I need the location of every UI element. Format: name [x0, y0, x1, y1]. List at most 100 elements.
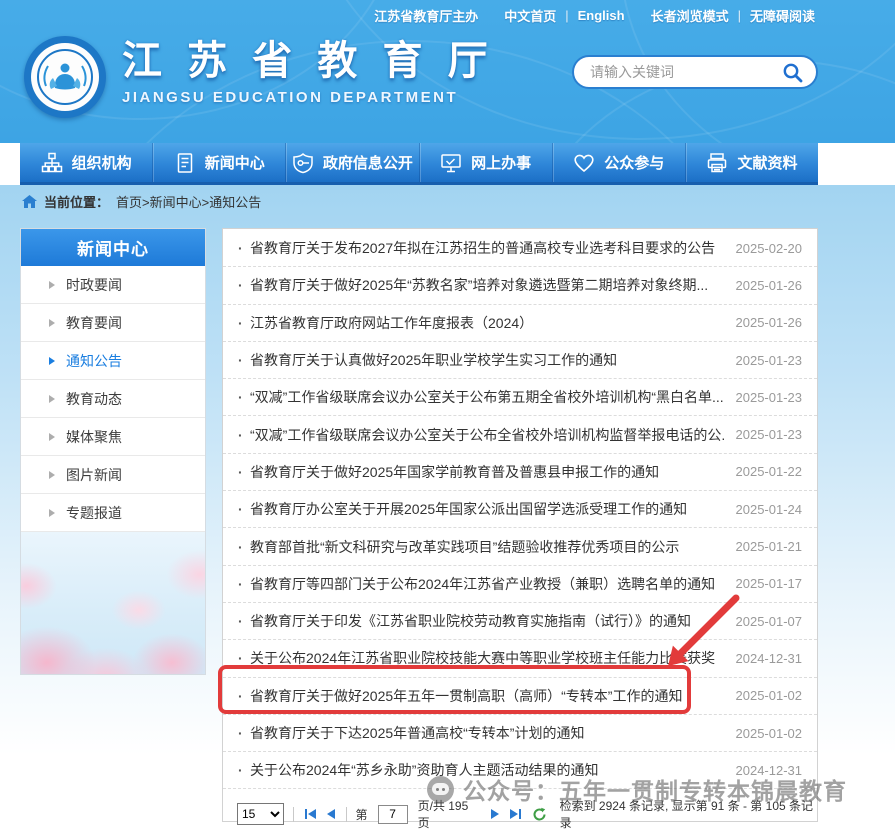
topbar: 江苏省教育厅主办 中文首页 | English 长者浏览模式 | 无障碍阅读 [0, 0, 895, 30]
sidebar-item-6[interactable]: 图片新闻 [21, 456, 205, 494]
news-row: ·省教育厅关于做好2025年国家学前教育普及普惠县申报工作的通知2025-01-… [223, 454, 817, 491]
org-chart-icon [41, 152, 63, 174]
nav-item-3[interactable]: 政府信息公开 [285, 143, 418, 182]
news-date: 2025-01-23 [736, 390, 803, 405]
news-date: 2025-01-02 [736, 688, 803, 703]
sidebar-item-label: 通知公告 [66, 351, 122, 371]
news-date: 2025-01-17 [736, 576, 803, 591]
list-bullet: · [238, 389, 250, 405]
news-row: ·省教育厅关于认真做好2025年职业学校学生实习工作的通知2025-01-23 [223, 342, 817, 379]
breadcrumb-path[interactable]: 首页>新闻中心>通知公告 [116, 192, 261, 211]
site-logo-area: 江 苏 省 教 育 厅 JIANGSU EDUCATION DEPARTMENT [24, 36, 495, 118]
news-title-link[interactable]: 省教育厅关于做好2025年五年一贯制高职（高师）“专转本”工作的通知 [250, 686, 724, 706]
triangle-bullet-icon [49, 357, 55, 365]
news-title-link[interactable]: 省教育厅关于做好2025年国家学前教育普及普惠县申报工作的通知 [250, 462, 724, 482]
documents-icon [706, 152, 728, 174]
topbar-separator: | [738, 8, 741, 23]
search-icon[interactable] [780, 60, 804, 84]
triangle-bullet-icon [49, 319, 55, 327]
news-row: ·省教育厅等四部门关于公布2024年江苏省产业教授（兼职）选聘名单的通知2025… [223, 566, 817, 603]
page-number-input[interactable] [378, 805, 408, 824]
nav-item-label: 文献资料 [737, 152, 797, 173]
news-date: 2025-01-26 [736, 278, 803, 293]
page-size-select[interactable]: 15 [237, 803, 284, 825]
news-date: 2025-02-20 [736, 241, 803, 256]
main-nav: 组织机构 新闻中心 政府信息公开网上办事 公众参与 文献资料 [20, 143, 818, 185]
sidebar-item-label: 教育要闻 [66, 313, 122, 333]
sidebar-item-label: 专题报道 [66, 503, 122, 523]
news-title-link[interactable]: 关于公布2024年“苏乡永助”资助育人主题活动结果的通知 [250, 760, 724, 780]
list-bullet: · [238, 539, 250, 555]
news-title-link[interactable]: 省教育厅关于做好2025年“苏教名家”培养对象遴选暨第二期培养对象终期... [250, 275, 724, 295]
list-bullet: · [238, 501, 250, 517]
news-title-link[interactable]: “双减”工作省级联席会议办公室关于公布第五期全省校外培训机构“黑白名单... [250, 387, 724, 407]
page-label-before: 第 [356, 806, 368, 823]
refresh-icon[interactable] [532, 807, 547, 822]
site-title: 江 苏 省 教 育 厅 [122, 38, 495, 84]
nav-item-label: 公众参与 [604, 152, 664, 173]
news-date: 2024-12-31 [736, 763, 803, 778]
sidebar-item-label: 教育动态 [66, 389, 122, 409]
topbar-elder-mode-link[interactable]: 长者浏览模式 [651, 6, 729, 25]
nav-item-label: 政府信息公开 [323, 152, 413, 173]
records-info: 检索到 2924 条记录, 显示第 91 条 - 第 105 条记录 [560, 797, 817, 831]
pagination-bar: 15 第 页/共 195 页 检索到 2924 条记录, 显示第 91 条 - … [223, 789, 817, 831]
next-page-button[interactable] [489, 809, 501, 819]
triangle-bullet-icon [49, 433, 55, 441]
news-date: 2025-01-07 [736, 614, 803, 629]
topbar-english-link[interactable]: English [578, 8, 625, 23]
nav-item-label: 新闻中心 [205, 152, 265, 173]
list-bullet: · [238, 277, 250, 293]
nav-item-5[interactable]: 公众参与 [552, 143, 685, 182]
news-title-link[interactable]: 省教育厅办公室关于开展2025年国家公派出国留学选派受理工作的通知 [250, 499, 724, 519]
search-bar [572, 55, 818, 89]
sidebar-item-7[interactable]: 专题报道 [21, 494, 205, 532]
nav-item-4[interactable]: 网上办事 [419, 143, 552, 182]
news-row: ·江苏省教育厅政府网站工作年度报表（2024）2025-01-26 [223, 305, 817, 342]
topbar-host-link[interactable]: 江苏省教育厅主办 [374, 6, 478, 25]
news-row: ·省教育厅关于做好2025年“苏教名家”培养对象遴选暨第二期培养对象终期... 2… [223, 267, 817, 304]
news-title-link[interactable]: 省教育厅等四部门关于公布2024年江苏省产业教授（兼职）选聘名单的通知 [250, 574, 724, 594]
pagination-divider [346, 807, 347, 822]
news-title-link[interactable]: 省教育厅关于发布2027年拟在江苏招生的普通高校专业选考科目要求的公告 [250, 238, 724, 258]
topbar-chinese-home-link[interactable]: 中文首页 [504, 6, 556, 25]
site-subtitle: JIANGSU EDUCATION DEPARTMENT [122, 89, 495, 106]
last-page-button[interactable] [508, 809, 523, 819]
list-bullet: · [238, 352, 250, 368]
list-bullet: · [238, 315, 250, 331]
news-title-link[interactable]: 省教育厅关于认真做好2025年职业学校学生实习工作的通知 [250, 350, 724, 370]
news-row: ·“双减”工作省级联席会议办公室关于公布第五期全省校外培训机构“黑白名单... 2… [223, 379, 817, 416]
news-title-link[interactable]: 江苏省教育厅政府网站工作年度报表（2024） [250, 313, 724, 333]
news-date: 2024-12-31 [736, 651, 803, 666]
nav-item-2[interactable]: 新闻中心 [152, 143, 285, 182]
news-row: ·省教育厅办公室关于开展2025年国家公派出国留学选派受理工作的通知2025-0… [223, 491, 817, 528]
sidebar-item-4[interactable]: 教育动态 [21, 380, 205, 418]
nav-item-1[interactable]: 组织机构 [20, 143, 152, 182]
triangle-bullet-icon [49, 395, 55, 403]
first-page-button[interactable] [303, 809, 318, 819]
info-disclosure-icon [292, 152, 314, 174]
site-header: 江苏省教育厅主办 中文首页 | English 长者浏览模式 | 无障碍阅读 [0, 0, 895, 143]
sidebar-item-1[interactable]: 时政要闻 [21, 266, 205, 304]
prev-page-button[interactable] [325, 809, 337, 819]
list-bullet: · [238, 762, 250, 778]
news-title-link[interactable]: 教育部首批“新文科研究与改革实践项目”结题验收推荐优秀项目的公示 [250, 537, 724, 557]
breadcrumb: 当前位置： 首页>新闻中心>通知公告 [0, 185, 895, 218]
nav-item-6[interactable]: 文献资料 [685, 143, 818, 182]
sidebar-item-label: 媒体聚焦 [66, 427, 122, 447]
sidebar-item-2[interactable]: 教育要闻 [21, 304, 205, 342]
sidebar-item-3[interactable]: 通知公告 [21, 342, 205, 380]
news-title-link[interactable]: 省教育厅关于下达2025年普通高校“专转本”计划的通知 [250, 723, 724, 743]
list-bullet: · [238, 613, 250, 629]
news-title-link[interactable]: 关于公布2024年江苏省职业院校技能大赛中等职业学校班主任能力比赛获奖 [250, 648, 724, 668]
news-row: ·“双减”工作省级联席会议办公室关于公布全省校外培训机构监督举报电话的公...2… [223, 416, 817, 453]
news-row: ·教育部首批“新文科研究与改革实践项目”结题验收推荐优秀项目的公示2025-01… [223, 528, 817, 565]
search-input[interactable] [590, 64, 780, 80]
list-bullet: · [238, 464, 250, 480]
news-title-link[interactable]: 省教育厅关于印发《江苏省职业院校劳动教育实施指南（试行）》的通知 [250, 611, 724, 631]
news-title-link[interactable]: “双减”工作省级联席会议办公室关于公布全省校外培训机构监督举报电话的公... [250, 425, 724, 445]
topbar-accessibility-link[interactable]: 无障碍阅读 [750, 6, 815, 25]
sidebar-item-5[interactable]: 媒体聚焦 [21, 418, 205, 456]
sidebar-item-label: 图片新闻 [66, 465, 122, 485]
sidebar: 新闻中心 时政要闻教育要闻通知公告教育动态媒体聚焦图片新闻专题报道 [20, 228, 206, 675]
